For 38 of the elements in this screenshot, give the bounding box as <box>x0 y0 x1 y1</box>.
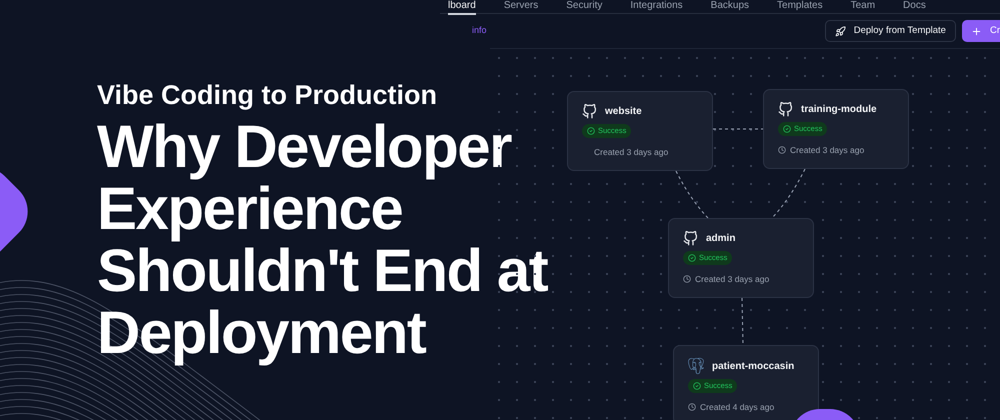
connector-line <box>742 298 744 346</box>
headline-kicker: Vibe Coding to Production <box>97 79 438 112</box>
github-icon <box>683 231 698 246</box>
create-button[interactable]: Cr <box>962 20 1000 42</box>
service-name: website <box>605 105 642 119</box>
headline-title: Why Developer Experience Shouldn't End at Deployment <box>97 116 549 364</box>
check-icon <box>783 125 791 133</box>
nav-tab[interactable]: Servers <box>504 0 538 15</box>
nav-tab[interactable]: Backups <box>710 0 750 15</box>
clock-icon <box>683 275 691 284</box>
created-time: Created 3 days ago <box>594 146 668 159</box>
rocket-icon <box>834 26 846 36</box>
service-name: admin <box>706 232 736 246</box>
nav-tab[interactable]: lboard <box>448 0 476 15</box>
connector-line <box>712 128 764 130</box>
service-name: training-module <box>801 103 877 117</box>
service-name: patient-moccasin <box>712 360 794 374</box>
nav-tab[interactable]: Security <box>566 0 602 15</box>
nav-tab[interactable]: Integrations <box>630 0 683 15</box>
nav-tab[interactable]: Docs <box>903 0 926 15</box>
elephant-icon <box>688 358 704 374</box>
deploy-template-button[interactable]: Deploy from Template <box>824 20 956 42</box>
github-icon <box>778 102 793 117</box>
clock-icon <box>688 403 696 412</box>
check-icon <box>688 254 696 262</box>
created-time: Created 3 days ago <box>695 273 770 286</box>
nav-tab[interactable]: Templates <box>777 0 823 15</box>
clock-icon <box>778 146 786 154</box>
nav-tab[interactable]: Team <box>850 0 876 15</box>
check-icon <box>587 127 595 135</box>
plus-icon <box>970 26 982 36</box>
created-time: Created 4 days ago <box>700 401 774 414</box>
connector-line <box>676 170 708 218</box>
created-time: Created 3 days ago <box>790 144 864 157</box>
info-link[interactable]: info <box>472 24 487 38</box>
check-icon <box>693 382 701 390</box>
connector-line <box>772 168 806 218</box>
github-icon <box>582 104 597 119</box>
